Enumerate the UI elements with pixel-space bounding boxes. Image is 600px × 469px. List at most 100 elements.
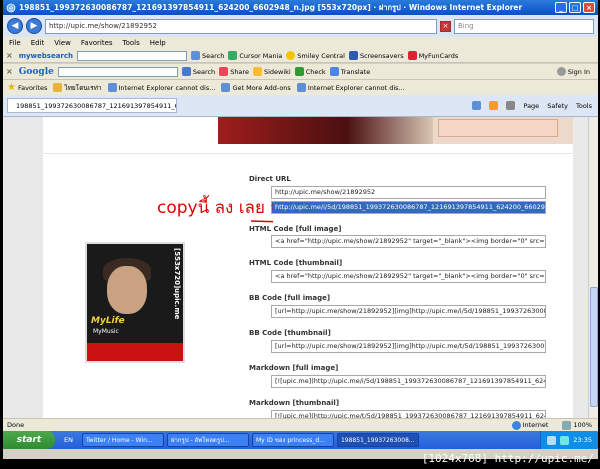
google-signin-button[interactable]: Sign In <box>556 67 590 76</box>
feeds-icon[interactable] <box>489 101 499 110</box>
favorites-bar: ★ Favorites ไทยโดนเรท่า Internet Explorer… <box>3 80 598 95</box>
vertical-scrollbar[interactable] <box>588 117 598 418</box>
toolbar-item-screensavers[interactable]: Screensavers <box>348 51 404 60</box>
toolbar-item-smiley-central[interactable]: Smiley Central <box>286 51 345 60</box>
thumb-side-text: [553x720]upic.me <box>173 248 181 320</box>
toolbar-item-cursor-mania[interactable]: Cursor Mania <box>228 51 282 60</box>
thumb-title: MyLife <box>91 316 125 326</box>
volume-icon[interactable] <box>547 435 557 445</box>
address-bar[interactable]: http://upic.me/show/21892952 <box>45 18 437 34</box>
task-image[interactable]: 198851_19937263008... <box>336 433 419 447</box>
menu-file[interactable]: File <box>9 39 21 47</box>
toolbar-close-icon[interactable]: × <box>6 51 13 60</box>
html-thumb-field[interactable]: <a href="http://upic.me/show/21892952" t… <box>271 270 546 283</box>
markdown-full-field[interactable]: [![upic.me](http://upic.me/i/5d/198851_1… <box>271 375 546 388</box>
favorites-button[interactable]: ★ Favorites <box>7 82 47 93</box>
html-full-field[interactable]: <a href="http://upic.me/show/21892952" t… <box>271 235 546 248</box>
direct-image-url-field[interactable]: http://upic.me/i/5d/198851_1993726300867… <box>271 201 546 214</box>
smiley-icon <box>286 51 296 60</box>
section-divider <box>43 153 573 154</box>
address-url: http://upic.me/show/21892952 <box>49 22 157 30</box>
google-search-button[interactable]: Search <box>181 67 215 76</box>
favorite-item-4[interactable]: Internet Explorer cannot dis... <box>296 83 405 92</box>
maximize-button[interactable]: □ <box>569 2 581 13</box>
tools-menu[interactable]: Tools <box>576 102 592 110</box>
google-toolbar-close-icon[interactable]: × <box>6 67 13 76</box>
user-icon <box>556 67 566 76</box>
forward-button[interactable]: ▶ <box>26 18 42 34</box>
mywebsearch-logo: mywebsearch <box>18 51 74 60</box>
code-label-direct-url: Direct URL <box>249 175 291 183</box>
address-row: ◀ ▶ http://upic.me/show/21892952 × Bing <box>3 15 598 37</box>
print-icon[interactable] <box>506 101 516 110</box>
markdown-thumb-field[interactable]: [![upic.me](http://upic.me/t/5d/198851_1… <box>271 410 546 418</box>
favorite-item-1[interactable]: ไทยโดนเรท่า <box>53 83 102 93</box>
tab-current[interactable]: 198851_199372630086787_121691397854911_6… <box>7 98 177 113</box>
mywebsearch-search-button[interactable]: Search <box>191 51 224 60</box>
menu-edit[interactable]: Edit <box>31 39 45 47</box>
menu-view[interactable]: View <box>54 39 71 47</box>
task-myid[interactable]: My iD ของ princess_d... <box>251 433 334 447</box>
google-share-button[interactable]: Share <box>219 67 249 76</box>
stop-icon[interactable]: × <box>440 20 451 32</box>
title-bar[interactable]: e 198851_199372630086787_121691397854911… <box>3 0 598 15</box>
globe-icon <box>511 420 521 430</box>
zoom-label: 100% <box>573 421 592 429</box>
zoom-icon <box>562 420 572 430</box>
google-sidewiki-button[interactable]: Sidewiki <box>252 67 291 76</box>
bb-full-field[interactable]: [url=http://upic.me/show/21892952][img]h… <box>271 305 546 318</box>
sidewiki-icon <box>252 67 262 76</box>
status-bar: Done Internet 100% <box>3 418 598 431</box>
security-zone[interactable]: Internet <box>511 420 548 430</box>
minimize-button[interactable]: _ <box>555 2 567 13</box>
network-icon[interactable] <box>560 435 570 445</box>
menu-favorites[interactable]: Favorites <box>81 39 113 47</box>
back-button[interactable]: ◀ <box>7 18 23 34</box>
menu-help[interactable]: Help <box>150 39 166 47</box>
code-label-html-thumb: HTML Code [thumbnail] <box>249 259 343 267</box>
upic-watermark: [1024x768] http://upic.me/ <box>421 452 594 465</box>
safety-menu[interactable]: Safety <box>547 102 568 110</box>
signin-label: Sign In <box>567 67 590 76</box>
toolbar-item-myfuncards[interactable]: MyFunCards <box>407 51 458 60</box>
screensavers-label: Screensavers <box>359 51 404 60</box>
scrollbar-thumb[interactable] <box>590 287 598 407</box>
google-translate-button[interactable]: Translate <box>329 67 370 76</box>
zoom-control[interactable]: 100% <box>562 420 592 430</box>
favorites-star-icon: ★ <box>7 82 16 93</box>
mywebsearch-input[interactable] <box>77 50 188 61</box>
direct-url-field[interactable]: http://upic.me/show/21892952 <box>271 186 546 199</box>
favorite-item-2[interactable]: Internet Explorer cannot dis... <box>107 83 215 92</box>
page-menu[interactable]: Page <box>523 102 539 110</box>
thumb-face <box>107 266 147 314</box>
menu-tools[interactable]: Tools <box>123 39 140 47</box>
start-button[interactable]: start <box>3 431 55 449</box>
bb-thumb-field[interactable]: [url=http://upic.me/show/21892952][img]h… <box>271 340 546 353</box>
task-twitter[interactable]: Twitter / Home - Win... <box>81 433 164 447</box>
code-label-bb-full: BB Code [full image] <box>249 294 331 302</box>
translate-icon <box>329 67 339 76</box>
home-icon[interactable] <box>472 101 482 110</box>
code-label-html-full: HTML Code [full image] <box>249 225 342 233</box>
bing-search-placeholder: Bing <box>458 22 474 30</box>
favorite-item-3[interactable]: Get More Add-ons <box>221 83 291 92</box>
system-tray: 23:35 <box>540 431 598 449</box>
ie-page-icon <box>296 83 306 92</box>
task-upload[interactable]: ฝากรูป - อัพโหลดรูป... <box>166 433 249 447</box>
google-check-button[interactable]: Check <box>294 67 326 76</box>
clock: 23:35 <box>573 436 592 444</box>
close-button[interactable]: × <box>583 2 595 13</box>
cursor-mania-label: Cursor Mania <box>239 51 283 60</box>
language-indicator[interactable]: EN <box>58 436 79 444</box>
google-search-input[interactable] <box>57 66 178 77</box>
check-label: Check <box>305 67 326 76</box>
share-label: Share <box>230 67 249 76</box>
ie-window: e 198851_199372630086787_121691397854911… <box>3 0 598 459</box>
uploaded-image-thumbnail[interactable]: MyLife MyMusic [553x720]upic.me <box>85 242 185 363</box>
status-text: Done <box>7 421 25 429</box>
smiley-central-label: Smiley Central <box>297 51 345 60</box>
share-icon <box>219 67 229 76</box>
window-title: 198851_199372630086787_121691397854911_6… <box>19 2 523 12</box>
header-notice-box <box>438 119 558 137</box>
bing-search-input[interactable]: Bing <box>454 18 594 34</box>
